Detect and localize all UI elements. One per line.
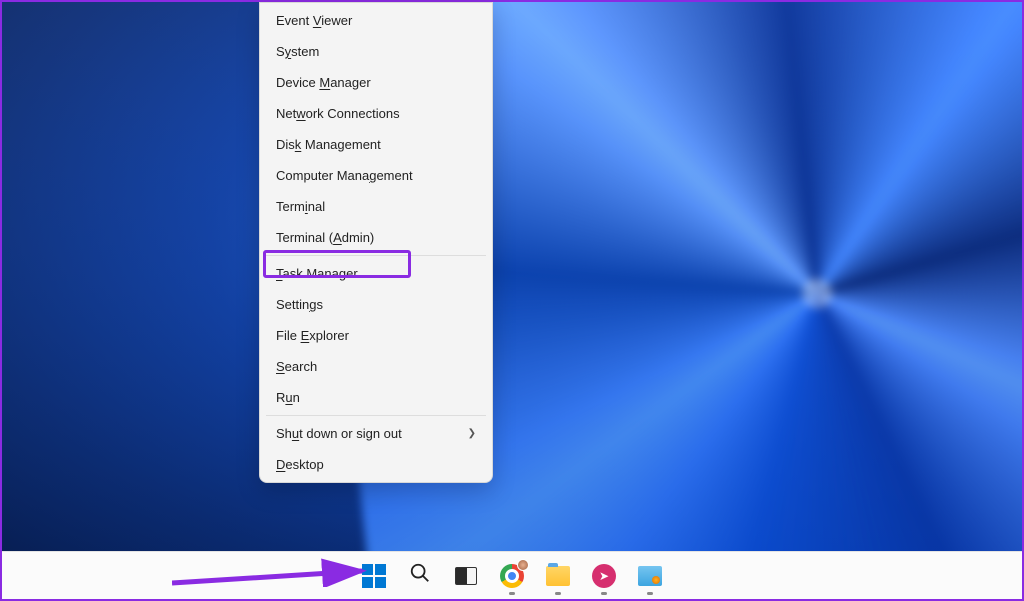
taskbar-control-panel[interactable]: [630, 556, 670, 596]
menu-item-computer-management[interactable]: Computer Management: [262, 160, 490, 191]
menu-item-label: File Explorer: [276, 328, 349, 343]
menu-item-terminal-admin[interactable]: Terminal (Admin): [262, 222, 490, 253]
menu-item-search[interactable]: Search: [262, 351, 490, 382]
menu-item-file-explorer[interactable]: File Explorer: [262, 320, 490, 351]
menu-item-disk-management[interactable]: Disk Management: [262, 129, 490, 160]
running-indicator: [509, 592, 515, 595]
menu-item-label: System: [276, 44, 319, 59]
taskbar-file-explorer[interactable]: [538, 556, 578, 596]
menu-item-network-connections[interactable]: Network Connections: [262, 98, 490, 129]
menu-item-label: Task Manager: [276, 266, 358, 281]
winx-context-menu: Event Viewer System Device Manager Network …: [259, 2, 493, 483]
taskbar: ➤: [2, 551, 1022, 599]
menu-item-device-manager[interactable]: Device Manager: [262, 67, 490, 98]
menu-item-label: Computer Management: [276, 168, 413, 183]
menu-item-label: Search: [276, 359, 317, 374]
search-icon: [409, 562, 431, 589]
menu-item-task-manager[interactable]: Task Manager: [262, 258, 490, 289]
menu-item-label: Device Manager: [276, 75, 371, 90]
menu-item-label: Terminal: [276, 199, 325, 214]
desktop-wallpaper: [2, 2, 1022, 599]
menu-item-label: Event Viewer: [276, 13, 352, 28]
start-button[interactable]: [354, 556, 394, 596]
file-explorer-icon: [546, 566, 570, 586]
running-indicator: [555, 592, 561, 595]
menu-item-terminal[interactable]: Terminal: [262, 191, 490, 222]
menu-item-label: Network Connections: [276, 106, 400, 121]
menu-item-label: Run: [276, 390, 300, 405]
task-view-icon: [455, 567, 477, 585]
control-panel-icon: [638, 566, 662, 586]
windows-logo-icon: [362, 564, 386, 588]
menu-item-run[interactable]: Run: [262, 382, 490, 413]
menu-item-desktop[interactable]: Desktop: [262, 449, 490, 480]
menu-item-label: Shut down or sign out: [276, 426, 402, 441]
circle-app-icon: ➤: [592, 564, 616, 588]
menu-item-label: Settings: [276, 297, 323, 312]
running-indicator: [647, 592, 653, 595]
taskbar-app-circle[interactable]: ➤: [584, 556, 624, 596]
menu-item-event-viewer[interactable]: Event Viewer: [262, 5, 490, 36]
search-button[interactable]: [400, 556, 440, 596]
task-view-button[interactable]: [446, 556, 486, 596]
menu-item-label: Disk Management: [276, 137, 381, 152]
menu-item-label: Desktop: [276, 457, 324, 472]
chevron-right-icon: ❯: [468, 428, 476, 439]
menu-separator: [266, 255, 486, 256]
taskbar-chrome[interactable]: [492, 556, 532, 596]
menu-separator: [266, 415, 486, 416]
menu-item-shut-down-or-sign-out[interactable]: Shut down or sign out ❯: [262, 418, 490, 449]
running-indicator: [601, 592, 607, 595]
chrome-profile-badge: [517, 559, 529, 571]
menu-item-settings[interactable]: Settings: [262, 289, 490, 320]
menu-item-system[interactable]: System: [262, 36, 490, 67]
menu-item-label: Terminal (Admin): [276, 230, 374, 245]
